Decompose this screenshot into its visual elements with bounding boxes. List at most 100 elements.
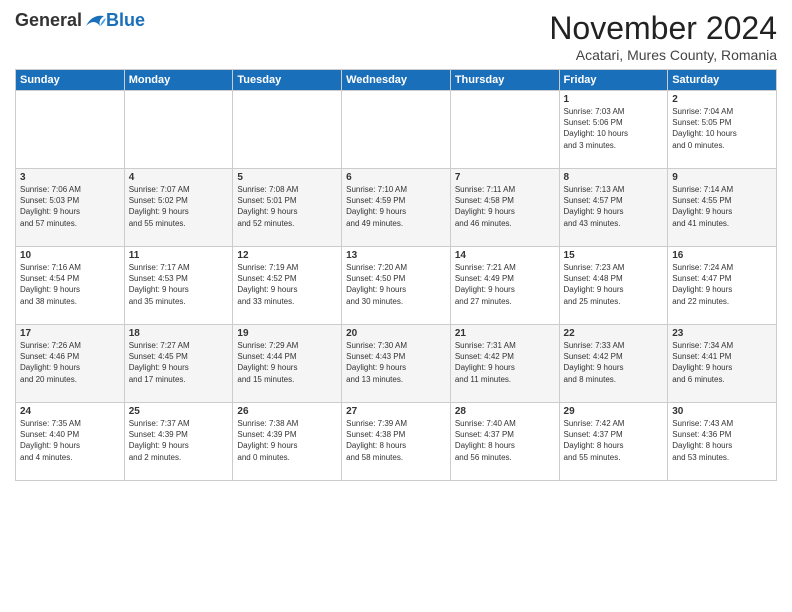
calendar-cell: 4 Sunrise: 7:07 AMSunset: 5:02 PMDaylight… xyxy=(124,169,233,247)
day-number: 19 xyxy=(237,328,337,339)
header-tuesday: Tuesday xyxy=(233,70,342,91)
calendar-cell: 11 Sunrise: 7:17 AMSunset: 4:53 PMDayligh… xyxy=(124,247,233,325)
calendar-cell: 13Sunrise: 7:20 AMSunset: 4:50 PMDayligh… xyxy=(342,247,451,325)
day-number: 3 xyxy=(20,172,120,183)
calendar-cell: 19 Sunrise: 7:29 AMSunset: 4:44 PMDayligh… xyxy=(233,325,342,403)
header-monday: Monday xyxy=(124,70,233,91)
day-info: Sunrise: 7:23 AMSunset: 4:48 PMDaylight:… xyxy=(564,263,625,306)
day-info: Sunrise: 7:11 AMSunset: 4:58 PMDaylight:… xyxy=(455,185,515,228)
calendar-cell: 9 Sunrise: 7:14 AMSunset: 4:55 PMDaylight… xyxy=(668,169,777,247)
day-number: 4 xyxy=(129,172,229,183)
day-number: 8 xyxy=(564,172,664,183)
calendar-cell xyxy=(124,91,233,169)
day-info: Sunrise: 7:27 AMSunset: 4:45 PMDaylight:… xyxy=(129,341,190,384)
logo-blue: Blue xyxy=(106,10,145,31)
day-number: 21 xyxy=(455,328,555,339)
day-info: Sunrise: 7:38 AMSunset: 4:39 PMDaylight:… xyxy=(237,419,298,462)
calendar-cell: 17 Sunrise: 7:26 AMSunset: 4:46 PMDayligh… xyxy=(16,325,125,403)
day-info: Sunrise: 7:42 AMSunset: 4:37 PMDaylight:… xyxy=(564,419,625,462)
day-number: 6 xyxy=(346,172,446,183)
day-number: 23 xyxy=(672,328,772,339)
calendar-cell: 10 Sunrise: 7:16 AMSunset: 4:54 PMDayligh… xyxy=(16,247,125,325)
calendar-cell: 6 Sunrise: 7:10 AMSunset: 4:59 PMDaylight… xyxy=(342,169,451,247)
day-info: Sunrise: 7:26 AMSunset: 4:46 PMDaylight:… xyxy=(20,341,81,384)
day-info: Sunrise: 7:13 AMSunset: 4:57 PMDaylight:… xyxy=(564,185,625,228)
calendar-cell xyxy=(342,91,451,169)
calendar-cell: 30 Sunrise: 7:43 AMSunset: 4:36 PMDayligh… xyxy=(668,403,777,481)
day-info: Sunrise: 7:31 AMSunset: 4:42 PMDaylight:… xyxy=(455,341,516,384)
calendar-cell: 22Sunrise: 7:33 AMSunset: 4:42 PMDayligh… xyxy=(559,325,668,403)
day-number: 11 xyxy=(129,250,229,261)
header-sunday: Sunday xyxy=(16,70,125,91)
calendar-cell: 8 Sunrise: 7:13 AMSunset: 4:57 PMDaylight… xyxy=(559,169,668,247)
day-number: 28 xyxy=(455,406,555,417)
day-info: Sunrise: 7:08 AMSunset: 5:01 PMDaylight:… xyxy=(237,185,298,228)
header: General Blue November 2024 Acatari, Mure… xyxy=(15,10,777,63)
day-number: 7 xyxy=(455,172,555,183)
day-number: 20 xyxy=(346,328,446,339)
calendar-cell: 5 Sunrise: 7:08 AMSunset: 5:01 PMDaylight… xyxy=(233,169,342,247)
calendar-cell: 26 Sunrise: 7:38 AMSunset: 4:39 PMDayligh… xyxy=(233,403,342,481)
day-number: 5 xyxy=(237,172,337,183)
calendar-cell: 29 Sunrise: 7:42 AMSunset: 4:37 PMDayligh… xyxy=(559,403,668,481)
subtitle: Acatari, Mures County, Romania xyxy=(549,47,777,63)
day-info: Sunrise: 7:21 AMSunset: 4:49 PMDaylight:… xyxy=(455,263,516,306)
day-info: Sunrise: 7:34 AMSunset: 4:41 PMDaylight:… xyxy=(672,341,733,384)
day-info: Sunrise: 7:04 AMSunset: 5:05 PMDaylight:… xyxy=(672,107,736,150)
day-info: Sunrise: 7:14 AMSunset: 4:55 PMDaylight:… xyxy=(672,185,733,228)
calendar-cell: 18Sunrise: 7:27 AMSunset: 4:45 PMDayligh… xyxy=(124,325,233,403)
day-number: 22 xyxy=(564,328,664,339)
day-number: 9 xyxy=(672,172,772,183)
day-number: 10 xyxy=(20,250,120,261)
title-area: November 2024 Acatari, Mures County, Rom… xyxy=(549,10,777,63)
day-info: Sunrise: 7:07 AMSunset: 5:02 PMDaylight:… xyxy=(129,185,190,228)
calendar-cell: 14 Sunrise: 7:21 AMSunset: 4:49 PMDayligh… xyxy=(450,247,559,325)
calendar-cell: 3 Sunrise: 7:06 AMSunset: 5:03 PMDaylight… xyxy=(16,169,125,247)
day-number: 13 xyxy=(346,250,446,261)
day-info: Sunrise: 7:06 AMSunset: 5:03 PMDaylight:… xyxy=(20,185,81,228)
day-info: Sunrise: 7:29 AMSunset: 4:44 PMDaylight:… xyxy=(237,341,298,384)
logo: General Blue xyxy=(15,10,145,31)
calendar-cell: 28 Sunrise: 7:40 AMSunset: 4:37 PMDayligh… xyxy=(450,403,559,481)
day-number: 30 xyxy=(672,406,772,417)
day-number: 26 xyxy=(237,406,337,417)
day-info: Sunrise: 7:43 AMSunset: 4:36 PMDaylight:… xyxy=(672,419,733,462)
page: General Blue November 2024 Acatari, Mure… xyxy=(0,0,792,612)
day-number: 29 xyxy=(564,406,664,417)
calendar: Sunday Monday Tuesday Wednesday Thursday… xyxy=(15,69,777,481)
calendar-cell: 21 Sunrise: 7:31 AMSunset: 4:42 PMDayligh… xyxy=(450,325,559,403)
day-number: 14 xyxy=(455,250,555,261)
header-friday: Friday xyxy=(559,70,668,91)
calendar-cell: 2 Sunrise: 7:04 AMSunset: 5:05 PMDaylight… xyxy=(668,91,777,169)
header-thursday: Thursday xyxy=(450,70,559,91)
day-number: 17 xyxy=(20,328,120,339)
day-number: 24 xyxy=(20,406,120,417)
day-info: Sunrise: 7:37 AMSunset: 4:39 PMDaylight:… xyxy=(129,419,190,462)
calendar-cell: 16Sunrise: 7:24 AMSunset: 4:47 PMDayligh… xyxy=(668,247,777,325)
calendar-cell: 12 Sunrise: 7:19 AMSunset: 4:52 PMDayligh… xyxy=(233,247,342,325)
logo-bird-icon xyxy=(84,12,106,30)
calendar-cell: 27 Sunrise: 7:39 AMSunset: 4:38 PMDayligh… xyxy=(342,403,451,481)
logo-general: General xyxy=(15,10,82,31)
day-number: 12 xyxy=(237,250,337,261)
day-info: Sunrise: 7:16 AMSunset: 4:54 PMDaylight:… xyxy=(20,263,81,306)
logo-text: General Blue xyxy=(15,10,145,31)
calendar-cell: 24 Sunrise: 7:35 AMSunset: 4:40 PMDayligh… xyxy=(16,403,125,481)
day-info: Sunrise: 7:35 AMSunset: 4:40 PMDaylight:… xyxy=(20,419,81,462)
day-info: Sunrise: 7:39 AMSunset: 4:38 PMDaylight:… xyxy=(346,419,407,462)
day-info: Sunrise: 7:17 AMSunset: 4:53 PMDaylight:… xyxy=(129,263,190,306)
day-info: Sunrise: 7:10 AMSunset: 4:59 PMDaylight:… xyxy=(346,185,407,228)
day-info: Sunrise: 7:40 AMSunset: 4:37 PMDaylight:… xyxy=(455,419,516,462)
calendar-cell: 25Sunrise: 7:37 AMSunset: 4:39 PMDayligh… xyxy=(124,403,233,481)
day-info: Sunrise: 7:24 AMSunset: 4:47 PMDaylight:… xyxy=(672,263,733,306)
calendar-cell: 23 Sunrise: 7:34 AMSunset: 4:41 PMDayligh… xyxy=(668,325,777,403)
day-number: 2 xyxy=(672,94,772,105)
day-number: 1 xyxy=(564,94,664,105)
calendar-cell: 7 Sunrise: 7:11 AMSunset: 4:58 PMDaylight… xyxy=(450,169,559,247)
calendar-cell: 1Sunrise: 7:03 AMSunset: 5:06 PMDaylight… xyxy=(559,91,668,169)
day-info: Sunrise: 7:19 AMSunset: 4:52 PMDaylight:… xyxy=(237,263,298,306)
calendar-cell xyxy=(233,91,342,169)
calendar-cell: 20Sunrise: 7:30 AMSunset: 4:43 PMDayligh… xyxy=(342,325,451,403)
header-wednesday: Wednesday xyxy=(342,70,451,91)
day-number: 27 xyxy=(346,406,446,417)
